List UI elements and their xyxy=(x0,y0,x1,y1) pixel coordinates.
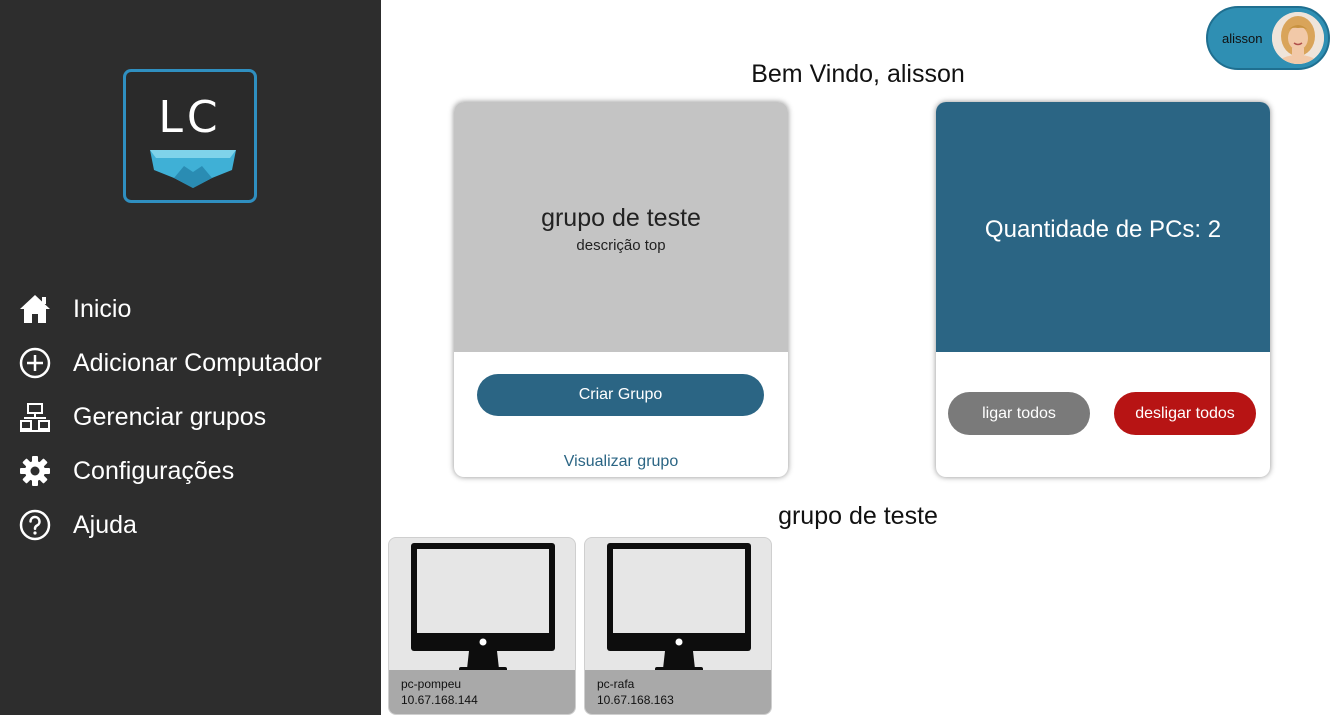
group-card: grupo de teste descrição top Criar Grupo… xyxy=(454,102,788,477)
computer-info: pc-pompeu 10.67.168.144 xyxy=(389,670,575,714)
view-group-link[interactable]: Visualizar grupo xyxy=(454,453,788,471)
plus-circle-icon xyxy=(18,346,52,380)
sidebar-item-inicio[interactable]: Inicio xyxy=(0,282,381,336)
computer-name: pc-rafa xyxy=(597,677,635,691)
computer-ip: 10.67.168.163 xyxy=(597,693,674,707)
app-window: LC Inicio Adicionar Computador Gerenciar… xyxy=(0,0,1335,715)
computer-name: pc-pompeu xyxy=(401,677,462,691)
turn-off-all-button[interactable]: desligar todos xyxy=(1114,392,1256,435)
create-group-button[interactable]: Criar Grupo xyxy=(477,374,764,416)
computer-ip: 10.67.168.144 xyxy=(401,693,478,707)
gear-icon xyxy=(18,454,52,488)
monitor-icon xyxy=(411,543,555,673)
computer-card[interactable]: pc-rafa 10.67.168.163 xyxy=(584,537,772,715)
help-icon xyxy=(18,508,52,542)
group-description: descrição top xyxy=(576,237,666,254)
sidebar-item-adicionar-computador[interactable]: Adicionar Computador xyxy=(0,336,381,390)
sidebar-item-label: Ajuda xyxy=(73,510,137,539)
sidebar-item-label: Configurações xyxy=(73,456,235,485)
sidebar: LC Inicio Adicionar Computador Gerenciar… xyxy=(0,0,381,715)
avatar xyxy=(1272,12,1324,64)
sidebar-item-configuracoes[interactable]: Configurações xyxy=(0,444,381,498)
main-content: alisson Bem Vindo, alisson grupo de test… xyxy=(381,0,1335,715)
monitor-icon xyxy=(607,543,751,673)
app-logo[interactable]: LC xyxy=(123,69,257,203)
network-icon xyxy=(18,400,52,434)
turn-on-all-button[interactable]: ligar todos xyxy=(948,392,1090,435)
sidebar-item-label: Gerenciar grupos xyxy=(73,402,267,431)
pcs-card: Quantidade de PCs: 2 ligar todos desliga… xyxy=(936,102,1270,477)
sidebar-item-ajuda[interactable]: Ajuda xyxy=(0,498,381,552)
pcs-card-header: Quantidade de PCs: 2 xyxy=(936,102,1270,352)
sidebar-item-label: Adicionar Computador xyxy=(73,348,322,377)
group-card-header: grupo de teste descrição top xyxy=(454,102,788,352)
logo-shield-icon xyxy=(150,150,236,188)
group-title: grupo de teste xyxy=(541,204,701,232)
group-section-title: grupo de teste xyxy=(778,502,938,530)
computer-info: pc-rafa 10.67.168.163 xyxy=(585,670,771,714)
logo-text: LC xyxy=(158,92,222,143)
user-name: alisson xyxy=(1222,31,1263,46)
sidebar-nav: Inicio Adicionar Computador Gerenciar gr… xyxy=(0,282,381,552)
sidebar-item-gerenciar-grupos[interactable]: Gerenciar grupos xyxy=(0,390,381,444)
computer-card[interactable]: pc-pompeu 10.67.168.144 xyxy=(388,537,576,715)
home-icon xyxy=(18,292,52,326)
welcome-heading: Bem Vindo, alisson xyxy=(751,60,965,88)
sidebar-item-label: Inicio xyxy=(73,294,132,323)
pcs-count: Quantidade de PCs: 2 xyxy=(984,216,1222,243)
